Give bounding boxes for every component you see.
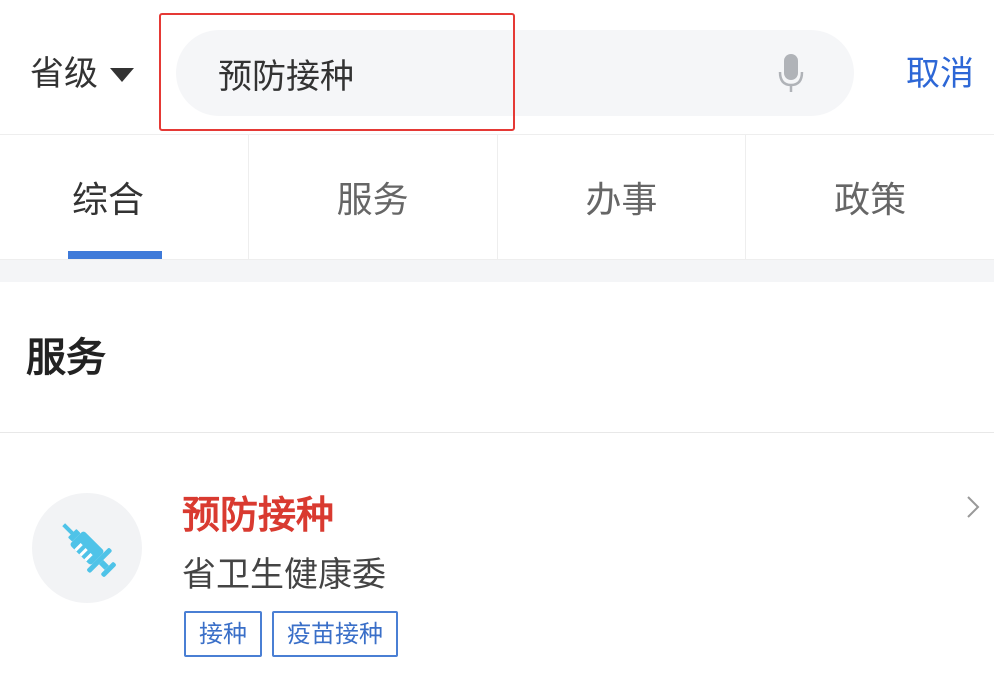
chevron-right-icon xyxy=(967,496,980,518)
result-department: 省卫生健康委 xyxy=(182,555,386,595)
search-input[interactable] xyxy=(218,48,758,98)
tab-label: 办事 xyxy=(585,180,658,221)
search-header: 省级 取消 xyxy=(0,0,994,134)
search-box[interactable] xyxy=(176,30,854,116)
result-card[interactable]: 预防接种 省卫生健康委 接种 疫苗接种 xyxy=(0,433,994,697)
result-title: 预防接种 xyxy=(182,493,335,537)
syringe-icon xyxy=(62,523,116,577)
tab-policy[interactable]: 政策 xyxy=(746,135,994,259)
service-icon-circle xyxy=(32,493,142,603)
tag[interactable]: 疫苗接种 xyxy=(272,611,398,657)
tab-label: 服务 xyxy=(336,180,409,221)
result-tags: 接种 疫苗接种 xyxy=(184,611,398,657)
section-title: 服务 xyxy=(26,335,106,381)
region-selector[interactable]: 省级 xyxy=(30,52,134,96)
region-label: 省级 xyxy=(30,54,98,94)
category-tabs: 综合 服务 办事 政策 xyxy=(0,134,994,260)
tab-comprehensive[interactable]: 综合 xyxy=(0,135,249,259)
tab-label: 综合 xyxy=(72,180,145,221)
tab-label: 政策 xyxy=(834,180,907,221)
section-separator xyxy=(0,260,994,282)
tab-affairs[interactable]: 办事 xyxy=(498,135,747,259)
tag[interactable]: 接种 xyxy=(184,611,262,657)
cancel-button[interactable]: 取消 xyxy=(906,50,974,98)
search-results-page: 省级 取消 综合 服务 办事 政策 服务 xyxy=(0,0,994,697)
caret-down-icon xyxy=(110,68,134,82)
microphone-icon[interactable] xyxy=(776,52,806,94)
tab-services[interactable]: 服务 xyxy=(249,135,498,259)
active-tab-indicator xyxy=(68,251,162,259)
